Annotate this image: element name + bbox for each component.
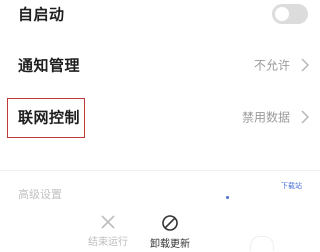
uninstall-updates-label: 卸载更新: [150, 239, 190, 250]
network-control-value: 禁用数据: [241, 110, 290, 125]
bottom-action-bar: 结束运行 卸载更新: [0, 206, 320, 252]
faded-setting-label: 高级设置: [18, 188, 62, 201]
block-icon: [162, 215, 178, 231]
chevron-right-icon: [301, 58, 310, 72]
uninstall-updates-button[interactable]: 卸载更新: [140, 214, 200, 250]
highlight-annotation-box: [7, 98, 85, 138]
dot-mark: [226, 196, 229, 199]
divider: [0, 170, 320, 171]
notification-label: 通知管理: [18, 56, 81, 75]
toggle-knob: [275, 7, 289, 21]
chevron-right-icon: [301, 110, 310, 124]
autostart-row[interactable]: 自启动: [0, 0, 320, 34]
notification-row[interactable]: 通知管理 不允许: [0, 48, 320, 82]
close-icon: [101, 215, 115, 229]
force-stop-label: 结束运行: [88, 237, 128, 248]
autostart-toggle[interactable]: [272, 4, 308, 24]
app-settings-screen: 自启动 通知管理 不允许 联网控制 禁用数据 高级设置 下载站 结束运行 卸载更…: [0, 0, 320, 252]
force-stop-button[interactable]: 结束运行: [78, 214, 138, 248]
download-site-tag: 下载站: [281, 182, 302, 190]
autostart-label: 自启动: [18, 5, 65, 24]
notification-value: 不允许: [253, 58, 290, 73]
faint-overlay-shape: [250, 236, 274, 251]
